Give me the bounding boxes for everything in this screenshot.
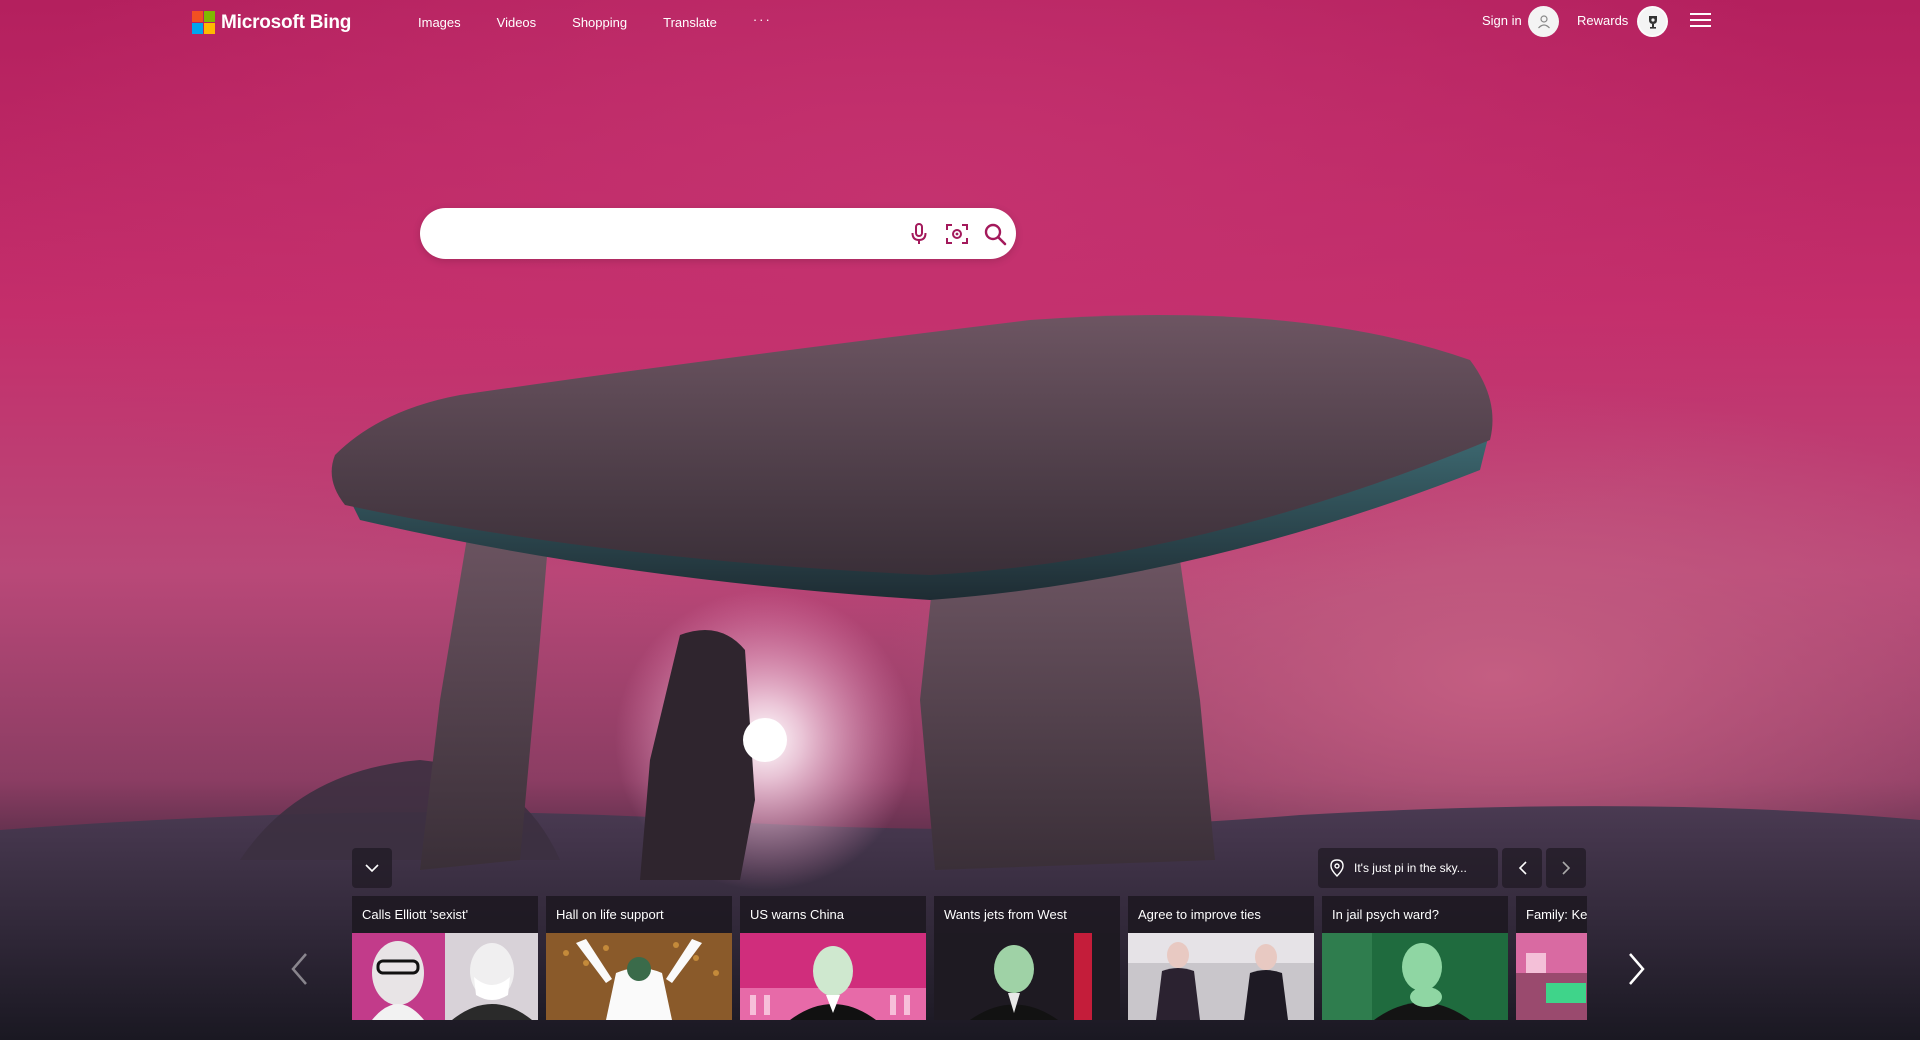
search-icon[interactable] xyxy=(982,221,1008,247)
logo-square xyxy=(204,23,215,34)
hamburger-icon[interactable] xyxy=(1690,13,1711,29)
top-nav: Images Videos Shopping Translate ··· xyxy=(418,12,808,30)
news-card-image xyxy=(352,933,538,1020)
previous-image-button[interactable] xyxy=(1502,848,1542,888)
news-card[interactable]: Agree to improve ties xyxy=(1128,896,1314,1020)
nav-images[interactable]: Images xyxy=(418,15,461,30)
news-card-image xyxy=(740,933,926,1020)
news-card-image xyxy=(1128,933,1314,1020)
next-image-button[interactable] xyxy=(1546,848,1586,888)
background-image xyxy=(0,315,1920,1040)
logo-square xyxy=(192,11,203,22)
news-card-image xyxy=(1322,933,1508,1020)
location-pin-icon xyxy=(1330,859,1344,877)
news-card-image xyxy=(546,933,732,1020)
image-info-text: It's just pi in the sky... xyxy=(1354,861,1467,875)
bing-logo[interactable]: Microsoft Bing xyxy=(192,11,351,34)
news-card[interactable]: Family: Ke xyxy=(1516,896,1587,1020)
carousel-next-arrow-icon[interactable] xyxy=(1628,952,1646,986)
news-card-image xyxy=(934,933,1120,1020)
news-card[interactable]: Wants jets from West xyxy=(934,896,1120,1020)
top-bar: Microsoft Bing Images Videos Shopping Tr… xyxy=(0,0,1920,44)
news-card-title: US warns China xyxy=(750,907,844,922)
logo-square xyxy=(204,11,215,22)
chevron-right-icon xyxy=(1561,861,1570,875)
microphone-icon[interactable] xyxy=(906,221,932,247)
news-card-title: Agree to improve ties xyxy=(1138,907,1261,922)
nav-translate[interactable]: Translate xyxy=(663,15,717,30)
carousel-prev-arrow-icon[interactable] xyxy=(290,952,308,986)
nav-videos[interactable]: Videos xyxy=(497,15,537,30)
search-box xyxy=(420,208,1016,259)
news-card-title: Wants jets from West xyxy=(944,907,1067,922)
news-card[interactable]: In jail psych ward? xyxy=(1322,896,1508,1020)
news-card-title: Family: Ke xyxy=(1526,907,1587,922)
news-card[interactable]: Hall on life support xyxy=(546,896,732,1020)
trophy-icon[interactable] xyxy=(1637,6,1668,37)
chevron-down-icon xyxy=(365,863,379,872)
logo-square xyxy=(192,23,203,34)
news-card[interactable]: US warns China xyxy=(740,896,926,1020)
news-carousel: Calls Elliott 'sexist' Hall on life supp… xyxy=(352,896,1587,1020)
chevron-left-icon xyxy=(1518,861,1527,875)
microsoft-logo-icon xyxy=(192,11,215,34)
collapse-news-button[interactable] xyxy=(352,848,392,888)
rewards-link[interactable]: Rewards xyxy=(1577,13,1628,28)
news-card-title: Calls Elliott 'sexist' xyxy=(362,907,469,922)
news-card-title: In jail psych ward? xyxy=(1332,907,1439,922)
news-card[interactable]: Calls Elliott 'sexist' xyxy=(352,896,538,1020)
news-card-image xyxy=(1516,933,1587,1020)
visual-search-icon[interactable] xyxy=(944,221,970,247)
logo-text: Microsoft Bing xyxy=(221,11,352,33)
nav-shopping[interactable]: Shopping xyxy=(572,15,627,30)
search-input[interactable] xyxy=(444,220,908,248)
sign-in-link[interactable]: Sign in xyxy=(1482,13,1522,28)
more-menu-button[interactable]: ··· xyxy=(753,12,772,30)
user-icon[interactable] xyxy=(1528,6,1559,37)
news-card-title: Hall on life support xyxy=(556,907,664,922)
image-info-button[interactable]: It's just pi in the sky... xyxy=(1318,848,1498,888)
